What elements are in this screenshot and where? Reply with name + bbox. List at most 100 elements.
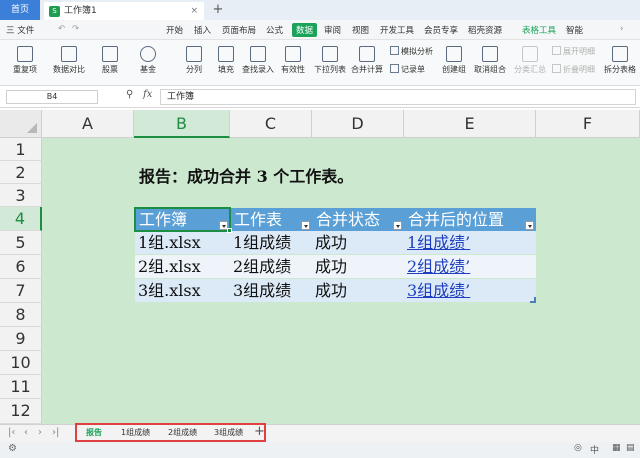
menu-item-review[interactable]: 审阅 — [324, 24, 341, 36]
what-if-analysis-button[interactable]: 模拟分析 — [390, 46, 433, 57]
menu-item-formula[interactable]: 公式 — [266, 24, 283, 36]
last-sheet-icon[interactable]: ›| — [52, 427, 59, 438]
first-sheet-icon[interactable]: |‹ — [8, 427, 15, 438]
sheet-tab-report[interactable]: 报告 — [86, 427, 102, 438]
table-header-location[interactable]: 合并后的位置 — [404, 208, 504, 231]
table-cell-link[interactable]: 1组成绩’ — [404, 231, 470, 254]
menu-item-table-tools[interactable]: 表格工具 — [522, 24, 556, 36]
next-sheet-icon[interactable]: › — [38, 427, 42, 438]
row-header-5[interactable]: 5 — [0, 231, 42, 255]
table-cell-link[interactable]: 2组成绩’ — [404, 255, 470, 278]
split-table-icon — [612, 46, 628, 62]
lookup-entry-button[interactable]: 查找录入 — [240, 46, 276, 75]
row-header-7[interactable]: 7 — [0, 279, 42, 303]
table-cell[interactable]: 成功 — [312, 255, 347, 278]
filter-dropdown-icon[interactable] — [393, 221, 402, 230]
menu-item-view[interactable]: 视图 — [352, 24, 369, 36]
data-compare-button[interactable]: 数据对比 — [48, 46, 90, 75]
table-cell[interactable]: 1组成绩 — [230, 231, 291, 254]
menu-item-data[interactable]: 数据 — [292, 23, 318, 37]
macro-icon[interactable]: ⚙ — [8, 443, 17, 454]
page-layout-icon[interactable]: ▤ — [626, 443, 635, 453]
file-menu[interactable]: 三 文件 — [6, 24, 34, 36]
new-tab-button[interactable]: + — [210, 0, 226, 20]
column-header-f[interactable]: F — [536, 110, 640, 138]
undo-icon[interactable]: ↶ — [58, 24, 65, 34]
collapse-detail-button[interactable]: 折叠明细 — [552, 64, 595, 75]
menu-item-home[interactable]: 开始 — [166, 24, 183, 36]
document-tab[interactable]: S 工作簿1 × — [44, 2, 204, 20]
row-header-12[interactable]: 12 — [0, 399, 42, 424]
add-sheet-button[interactable]: + — [254, 424, 265, 439]
filter-dropdown-icon[interactable] — [301, 221, 310, 230]
sheet-tab-group3[interactable]: 3组成绩 — [214, 427, 243, 438]
input-method-indicator[interactable]: 中 — [590, 443, 599, 456]
menu-item-insert[interactable]: 插入 — [194, 24, 211, 36]
row-header-9[interactable]: 9 — [0, 327, 42, 351]
column-header-d[interactable]: D — [312, 110, 404, 138]
report-title[interactable]: 报告：成功合并 3 个工作表。 — [139, 163, 353, 187]
ungroup-button[interactable]: 取消组合 — [472, 46, 508, 75]
table-cell[interactable]: 3组.xlsx — [135, 279, 201, 302]
close-tab-icon[interactable]: × — [190, 2, 198, 20]
table-cell[interactable]: 2组.xlsx — [135, 255, 201, 278]
table-header-status[interactable]: 合并状态 — [312, 208, 380, 231]
table-cell[interactable]: 2组成绩 — [230, 255, 291, 278]
consolidate-button[interactable]: 合并计算 — [350, 46, 384, 75]
formula-input[interactable]: 工作簿 — [160, 89, 636, 105]
row-header-11[interactable]: 11 — [0, 375, 42, 399]
menu-item-page-layout[interactable]: 页面布局 — [222, 24, 256, 36]
home-tab[interactable]: 首页 — [0, 0, 40, 20]
name-box[interactable]: B4 — [6, 90, 98, 104]
dropdown-list-button[interactable]: 下拉列表 — [312, 46, 348, 75]
view-mode-icon[interactable]: ▦ — [612, 443, 621, 453]
window-tab-bar: 首页 S 工作簿1 × + — [0, 0, 640, 20]
row-header-6[interactable]: 6 — [0, 255, 42, 279]
zoom-search-icon[interactable]: ⚲ — [126, 89, 133, 100]
row-header-8[interactable]: 8 — [0, 303, 42, 327]
table-resize-handle[interactable] — [530, 297, 536, 303]
fund-button[interactable]: 基金 — [134, 46, 162, 75]
text-to-columns-button[interactable]: 分列 — [180, 46, 208, 75]
fill-handle[interactable] — [227, 228, 232, 233]
duplicates-button[interactable]: 重复项 — [8, 46, 42, 75]
table-cell[interactable]: 1组.xlsx — [135, 231, 201, 254]
subtotal-button[interactable]: 分类汇总 — [512, 46, 548, 75]
table-header-worksheet[interactable]: 工作表 — [230, 208, 282, 231]
split-table-button[interactable]: 拆分表格 — [602, 46, 638, 75]
menu-item-developer[interactable]: 开发工具 — [380, 24, 414, 36]
column-header-c[interactable]: C — [230, 110, 312, 138]
fill-button[interactable]: 填充 — [212, 46, 240, 75]
table-cell[interactable]: 3组成绩 — [230, 279, 291, 302]
filter-dropdown-icon[interactable] — [525, 221, 534, 230]
menu-item-smart-toolbox[interactable]: 智能 — [566, 24, 583, 36]
select-all-corner[interactable] — [0, 110, 42, 138]
table-cell[interactable]: 成功 — [312, 279, 347, 302]
prev-sheet-icon[interactable]: ‹ — [24, 427, 28, 438]
row-header-2[interactable]: 2 — [0, 161, 42, 184]
record-form-button[interactable]: 记录单 — [390, 64, 425, 75]
sheet-tab-group1[interactable]: 1组成绩 — [121, 427, 150, 438]
menu-item-member[interactable]: 会员专享 — [424, 24, 458, 36]
validation-button[interactable]: 有效性 — [278, 46, 308, 75]
function-icon[interactable]: fx — [143, 89, 152, 100]
row-header-3[interactable]: 3 — [0, 184, 42, 207]
menu-more-icon[interactable]: › — [620, 24, 623, 34]
table-cell-link[interactable]: 3组成绩’ — [404, 279, 470, 302]
row-header-4[interactable]: 4 — [0, 207, 42, 231]
create-group-button[interactable]: 创建组 — [440, 46, 468, 75]
stock-button[interactable]: 股票 — [96, 46, 124, 75]
eye-protect-icon[interactable]: ◎ — [574, 443, 582, 453]
column-header-e[interactable]: E — [404, 110, 536, 138]
status-bar: ⚙ ◎ 中 ▦ ▤ — [0, 442, 640, 458]
expand-detail-button[interactable]: 展开明细 — [552, 46, 595, 57]
row-header-10[interactable]: 10 — [0, 351, 42, 375]
redo-icon[interactable]: ↷ — [72, 24, 79, 34]
record-form-icon — [390, 64, 399, 73]
table-cell[interactable]: 成功 — [312, 231, 347, 254]
column-header-a[interactable]: A — [42, 110, 134, 138]
column-header-b[interactable]: B — [134, 110, 230, 138]
sheet-tab-group2[interactable]: 2组成绩 — [168, 427, 197, 438]
row-header-1[interactable]: 1 — [0, 138, 42, 161]
menu-item-docer[interactable]: 稻壳资源 — [468, 24, 502, 36]
